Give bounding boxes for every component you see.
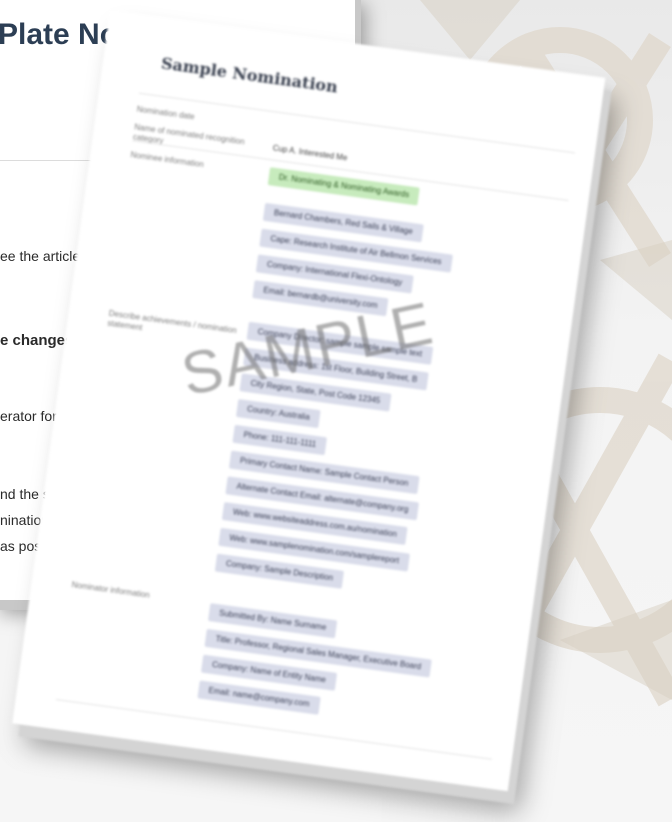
sample-nomination-document: Sample Nomination Nomination date Name o…: [12, 10, 606, 792]
intro-text-prefix: ee the article: [0, 248, 85, 264]
field-value: Cup A. Interested Me: [272, 143, 348, 163]
document-title: Sample Nomination: [159, 53, 339, 97]
info-chip: Country: Australia: [235, 399, 321, 429]
section-label: Nominator information: [71, 580, 151, 600]
info-chip: Phone: 111-111-1111: [232, 424, 328, 456]
category-chip: Dr. Nominating & Nominating Awards: [267, 167, 421, 206]
